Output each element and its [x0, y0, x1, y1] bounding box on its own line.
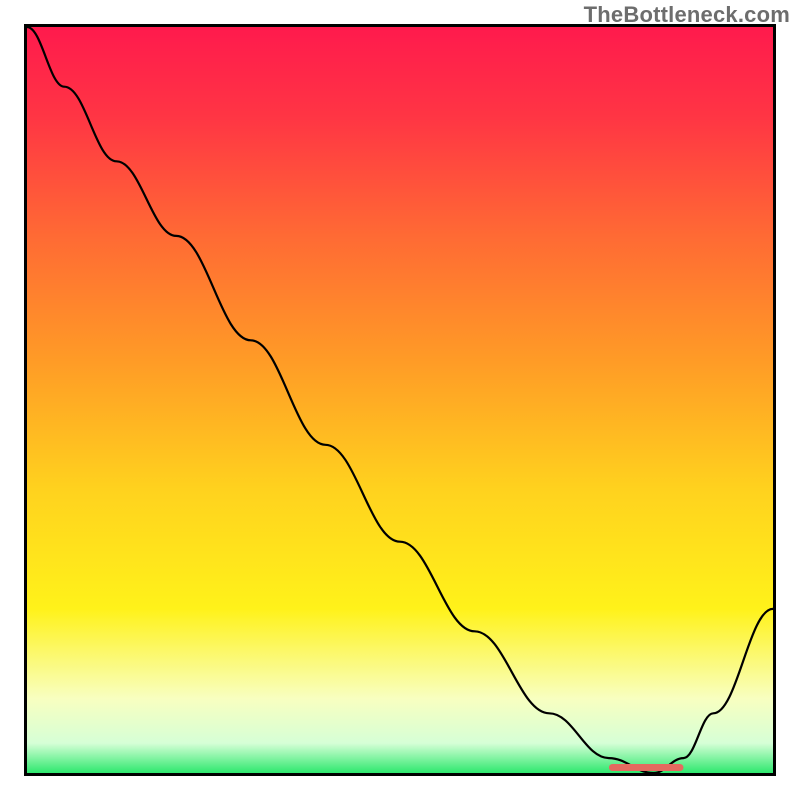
plot-frame — [24, 24, 776, 776]
gradient-background — [27, 27, 773, 773]
watermark-text: TheBottleneck.com — [584, 2, 790, 28]
marker-group — [609, 764, 684, 771]
optimal-range-marker — [609, 764, 684, 771]
chart-container: TheBottleneck.com — [0, 0, 800, 800]
chart-svg — [27, 27, 773, 773]
plot-area — [27, 27, 773, 773]
